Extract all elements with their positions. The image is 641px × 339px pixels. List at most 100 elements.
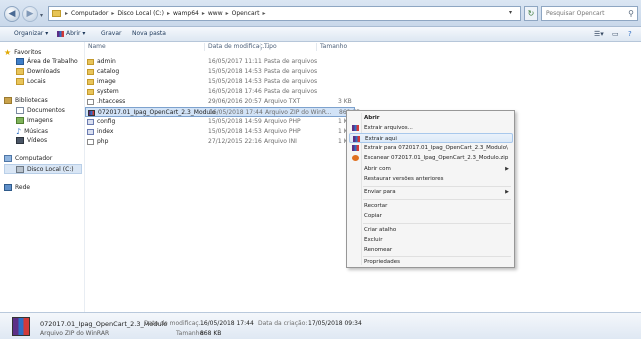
- burn-button[interactable]: Gravar: [101, 30, 122, 37]
- menu-item-rename[interactable]: Renomear: [349, 245, 513, 255]
- sidebar-item-network[interactable]: Rede: [4, 184, 30, 191]
- file-row-admin[interactable]: admin 16/05/2017 11:11 Pasta de arquivos: [85, 57, 355, 67]
- organize-button[interactable]: Organizar ▾: [14, 30, 48, 37]
- sidebar-item-downloads[interactable]: Downloads: [16, 68, 60, 75]
- sidebar-item-computer[interactable]: Computador: [4, 155, 52, 162]
- sidebar-item-documents[interactable]: Documentos: [16, 107, 65, 114]
- search-icon[interactable]: ⚲: [628, 9, 634, 18]
- column-divider[interactable]: [316, 43, 317, 51]
- menu-separator: [363, 199, 511, 200]
- search-input[interactable]: [542, 7, 622, 20]
- column-header-type[interactable]: Tipo: [264, 42, 277, 52]
- menu-item-restore-versions[interactable]: Restaurar versões anteriores: [349, 174, 513, 184]
- breadcrumb-wamp64[interactable]: wamp64: [173, 10, 199, 17]
- menu-item-delete[interactable]: Excluir: [349, 235, 513, 245]
- sidebar-item-favorites[interactable]: ★ Favoritos: [4, 48, 41, 57]
- sidebar-item-places[interactable]: Locais: [16, 78, 46, 85]
- menu-item-scan[interactable]: Escanear 072017.01_Ipag_OpenCart_2.3_Mod…: [349, 153, 513, 163]
- column-divider[interactable]: [204, 43, 205, 51]
- chevron-right-icon[interactable]: ▸: [111, 10, 114, 17]
- explorer-window: ◀ ▶ ▾ ▸ Computador ▸ Disco Local (C:) ▸ …: [0, 0, 641, 339]
- file-row-catalog[interactable]: catalog 15/05/2018 14:53 Pasta de arquiv…: [85, 67, 355, 77]
- file-row-php[interactable]: php 27/12/2015 22:16 Arquivo INI 1 KB: [85, 137, 355, 147]
- organize-label: Organizar ▾: [14, 30, 49, 37]
- view-options-icon[interactable]: ☰▾: [594, 30, 604, 38]
- column-header-size[interactable]: Tamanho: [320, 42, 347, 52]
- chevron-right-icon[interactable]: ▸: [226, 10, 229, 17]
- winrar-icon: [352, 145, 359, 151]
- file-row-image[interactable]: image 15/05/2018 14:53 Pasta de arquivos: [85, 77, 355, 87]
- chevron-right-icon[interactable]: ▸: [65, 10, 68, 17]
- menu-item-create-shortcut[interactable]: Criar atalho: [349, 225, 513, 235]
- menu-item-label: Extrair aqui: [365, 136, 397, 142]
- column-divider[interactable]: [260, 43, 261, 51]
- file-name: php: [97, 138, 109, 145]
- menu-item-properties[interactable]: Propriedades: [349, 257, 513, 267]
- sidebar-item-label: Vídeos: [27, 137, 48, 144]
- documents-icon: [16, 107, 24, 114]
- breadcrumb-www[interactable]: www: [208, 10, 223, 17]
- antivirus-icon: [352, 155, 359, 161]
- sidebar-item-label: Disco Local (C:): [27, 165, 74, 173]
- file-name: admin: [97, 58, 116, 65]
- open-button[interactable]: Abrir ▾: [57, 30, 85, 37]
- forward-button[interactable]: ▶: [22, 6, 38, 22]
- file-type: Pasta de arquivos: [264, 78, 318, 85]
- menu-item-extract-here[interactable]: Extrair aqui: [349, 133, 513, 143]
- sidebar-item-label: Imagens: [27, 117, 53, 124]
- menu-item-extract-to[interactable]: Extrair para 072017.01_Ipag_OpenCart_2.3…: [349, 143, 513, 153]
- star-icon: ★: [4, 48, 12, 57]
- file-date: 15/05/2018 14:53: [208, 128, 262, 135]
- file-date: 16/05/2018 17:46: [208, 88, 262, 95]
- menu-item-label: Abrir com: [364, 166, 391, 172]
- menu-item-open[interactable]: Abrir: [349, 113, 513, 123]
- libraries-icon: [4, 97, 12, 104]
- back-button[interactable]: ◀: [4, 6, 20, 22]
- file-date: 15/05/2018 14:53: [208, 68, 262, 75]
- file-row-system[interactable]: system 16/05/2018 17:46 Pasta de arquivo…: [85, 87, 355, 97]
- breadcrumb-local-disk[interactable]: Disco Local (C:): [117, 10, 164, 17]
- address-dropdown-icon[interactable]: ▾: [509, 9, 512, 16]
- sidebar-item-images[interactable]: Imagens: [16, 117, 53, 124]
- drive-icon: [16, 165, 24, 173]
- file-name: system: [97, 88, 119, 95]
- file-name: config: [97, 118, 116, 125]
- column-header-name[interactable]: Name: [88, 42, 106, 52]
- sidebar-item-libraries[interactable]: Bibliotecas: [4, 97, 48, 104]
- menu-item-label: Copiar: [364, 213, 382, 219]
- details-created-value: 17/05/2018 09:34: [308, 320, 362, 327]
- menu-item-send-to[interactable]: Enviar para ▶: [349, 187, 513, 197]
- file-row-index[interactable]: index 15/05/2018 14:53 Arquivo PHP 1 KB: [85, 127, 355, 137]
- menu-item-label: Criar atalho: [364, 227, 397, 233]
- address-bar[interactable]: ▸ Computador ▸ Disco Local (C:) ▸ wamp64…: [48, 6, 521, 21]
- chevron-right-icon[interactable]: ▸: [262, 10, 265, 17]
- winrar-icon: [353, 136, 360, 142]
- file-name: image: [97, 78, 116, 85]
- new-folder-button[interactable]: Nova pasta: [132, 30, 166, 37]
- preview-pane-icon[interactable]: ▭: [612, 30, 619, 38]
- menu-item-open-with[interactable]: Abrir com ▶: [349, 164, 513, 174]
- music-icon: ♪: [16, 127, 22, 136]
- sidebar-item-label: Área de Trabalho: [27, 58, 78, 65]
- sidebar-item-local-disk[interactable]: Disco Local (C:): [4, 164, 82, 174]
- sidebar-item-desktop[interactable]: Área de Trabalho: [16, 58, 78, 65]
- menu-item-extract-files[interactable]: Extrair arquivos...: [349, 123, 513, 133]
- menu-item-cut[interactable]: Recortar: [349, 201, 513, 211]
- help-icon[interactable]: ?: [628, 30, 632, 38]
- menu-item-label: Extrair para 072017.01_Ipag_OpenCart_2.3…: [364, 145, 508, 151]
- breadcrumb-opencart[interactable]: Opencart: [232, 10, 260, 17]
- sidebar-item-videos[interactable]: Vídeos: [16, 137, 47, 144]
- menu-item-copy[interactable]: Copiar: [349, 211, 513, 221]
- menu-item-label: Abrir: [364, 115, 380, 121]
- refresh-button[interactable]: ↻: [524, 6, 538, 21]
- history-dropdown-icon[interactable]: ▾: [40, 12, 43, 19]
- file-row-htaccess[interactable]: .htaccess 29/06/2016 20:57 Arquivo TXT 3…: [85, 97, 355, 107]
- sidebar-item-music[interactable]: ♪ Músicas: [16, 127, 48, 136]
- chevron-right-icon[interactable]: ▸: [167, 10, 170, 17]
- computer-icon: [4, 155, 12, 162]
- breadcrumb-computer[interactable]: Computador: [71, 10, 108, 17]
- file-row-zip-selected[interactable]: 072017.01_Ipag_OpenCart_2.3_Modulo 16/05…: [85, 107, 360, 117]
- file-row-config[interactable]: config 15/05/2018 14:59 Arquivo PHP 1 KB: [85, 117, 355, 127]
- text-file-icon: [87, 99, 94, 105]
- chevron-right-icon[interactable]: ▸: [202, 10, 205, 17]
